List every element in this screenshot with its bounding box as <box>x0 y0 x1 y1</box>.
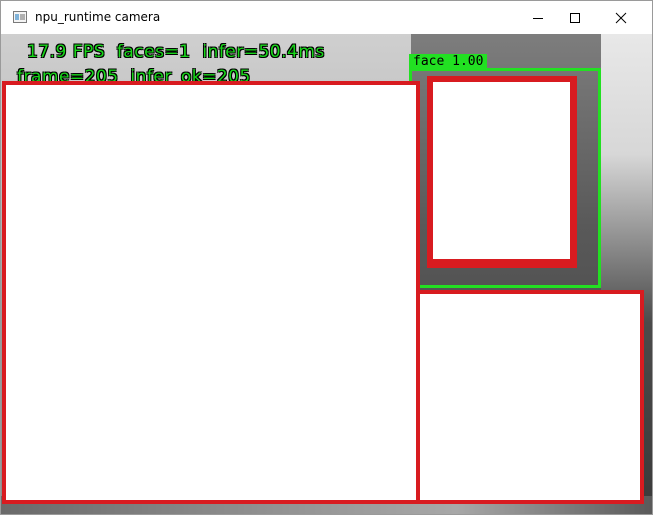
close-button[interactable] <box>598 1 644 34</box>
maximize-button[interactable] <box>552 1 598 34</box>
fps-stats-overlay: 17.9 FPS faces=1 infer=50.4ms <box>27 42 325 62</box>
maximize-icon <box>570 12 580 23</box>
camera-feed: 17.9 FPS faces=1 infer=50.4ms frame=205 … <box>1 34 652 514</box>
camera-window: npu_runtime camera 17.9 FPS faces=1 infe… <box>0 0 653 515</box>
close-icon <box>615 12 627 23</box>
app-window-icon <box>13 11 27 23</box>
face-detection-label: face 1.00 <box>409 54 488 70</box>
redaction-block-lower-right <box>416 290 644 504</box>
redaction-block-left <box>2 81 420 504</box>
title-bar[interactable]: npu_runtime camera <box>1 1 652 34</box>
window-title: npu_runtime camera <box>35 10 161 24</box>
redaction-block-face <box>427 76 577 268</box>
minimize-icon <box>533 17 543 19</box>
